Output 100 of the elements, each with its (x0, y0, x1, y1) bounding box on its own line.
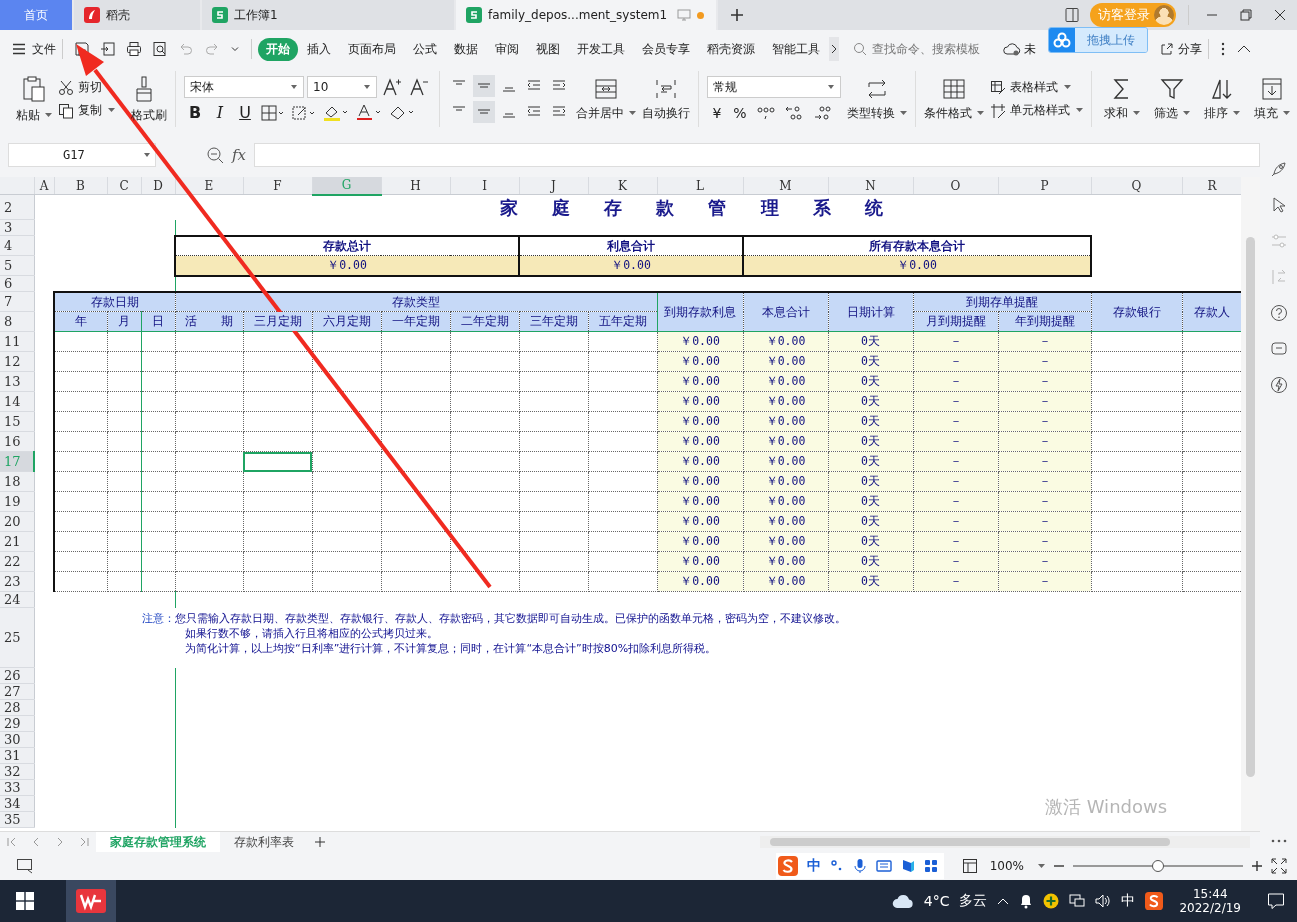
row-header[interactable]: 15 (0, 411, 34, 432)
vertical-align-icon[interactable] (473, 75, 495, 97)
table-cell[interactable] (450, 571, 519, 592)
plus-badge-icon[interactable] (1043, 893, 1060, 909)
table-cell[interactable] (519, 571, 588, 592)
table-cell[interactable] (450, 431, 519, 452)
table-cell[interactable] (588, 431, 657, 452)
editing-button[interactable]: 排序 (1200, 76, 1244, 122)
table-cell[interactable] (54, 411, 107, 432)
table-cell[interactable] (141, 571, 175, 592)
ribbon-tab[interactable]: 插入 (299, 37, 339, 61)
table-cell[interactable] (243, 471, 312, 492)
table-cell[interactable] (243, 511, 312, 532)
ribbon-tab[interactable]: 审阅 (487, 37, 527, 61)
table-cell[interactable] (141, 411, 175, 432)
text-style-button[interactable]: U (234, 103, 256, 122)
ribbon-tab[interactable]: 公式 (405, 37, 445, 61)
font-name-field[interactable]: 宋体 (184, 76, 304, 98)
row-header[interactable]: 19 (0, 491, 34, 512)
ribbon-tab[interactable]: 数据 (446, 37, 486, 61)
editing-button[interactable]: 求和 (1100, 76, 1144, 122)
network-icon[interactable] (1069, 894, 1086, 908)
table-cell[interactable] (381, 511, 450, 532)
text-style-button[interactable]: I (209, 103, 231, 122)
page-view-icon[interactable] (961, 858, 978, 874)
table-cell[interactable] (175, 471, 243, 492)
table-cell[interactable] (243, 391, 312, 412)
table-cell[interactable] (381, 451, 450, 472)
table-cell[interactable] (519, 371, 588, 392)
table-cell[interactable] (175, 411, 243, 432)
table-cell[interactable] (519, 471, 588, 492)
table-cell[interactable] (588, 371, 657, 392)
table-cell[interactable] (381, 331, 450, 352)
ribbon-tab[interactable]: 视图 (528, 37, 568, 61)
row-header[interactable]: 18 (0, 471, 34, 492)
table-cell[interactable] (519, 391, 588, 412)
table-cell[interactable] (312, 391, 381, 412)
help-icon[interactable] (1269, 304, 1288, 322)
table-cell[interactable] (312, 531, 381, 552)
formula-input[interactable] (254, 143, 1260, 168)
zoom-level[interactable]: 100% (989, 859, 1024, 873)
table-cell[interactable] (54, 371, 107, 392)
table-cell[interactable] (450, 551, 519, 572)
table-cell[interactable] (175, 331, 243, 352)
decrease-font-icon[interactable] (409, 78, 429, 96)
table-cell[interactable] (312, 491, 381, 512)
table-cell[interactable] (141, 391, 175, 412)
table-cell[interactable] (519, 531, 588, 552)
column-header[interactable]: A (34, 176, 54, 195)
table-cell[interactable] (141, 511, 175, 532)
table-cell[interactable] (588, 451, 657, 472)
type-convert-button[interactable]: 类型转换 (847, 76, 907, 122)
row-header[interactable]: 7 (0, 291, 34, 312)
table-cell[interactable] (381, 431, 450, 452)
input-language[interactable]: 中 (1121, 892, 1136, 910)
input-mode-label[interactable]: 中 (806, 857, 821, 875)
table-cell[interactable] (175, 491, 243, 512)
row-header[interactable]: 23 (0, 571, 34, 592)
horizontal-align-icon[interactable] (473, 101, 495, 123)
table-cell[interactable] (141, 331, 175, 352)
table-cell[interactable] (54, 491, 107, 512)
table-cell[interactable] (381, 551, 450, 572)
row-header[interactable]: 21 (0, 531, 34, 552)
column-header[interactable]: F (243, 176, 312, 195)
table-cell[interactable] (54, 451, 107, 472)
table-cell[interactable] (243, 331, 312, 352)
table-cell[interactable] (243, 431, 312, 452)
table-cell[interactable] (54, 511, 107, 532)
paste-button[interactable]: 粘贴 (16, 74, 52, 124)
table-cell[interactable] (54, 351, 107, 372)
share-button[interactable]: 分享 (1160, 40, 1202, 58)
table-cell[interactable] (175, 571, 243, 592)
function-label[interactable]: fx (232, 146, 246, 165)
copy-button[interactable]: 复制 (58, 102, 115, 119)
cloud-status[interactable]: 未 (1024, 40, 1044, 58)
table-cell[interactable] (175, 511, 243, 532)
first-sheet-icon[interactable] (6, 836, 18, 848)
restore-icon[interactable] (1239, 8, 1253, 22)
column-header[interactable]: K (588, 176, 657, 195)
ribbon-tab[interactable]: 会员专享 (634, 37, 698, 61)
thousands-separator-icon[interactable] (755, 104, 777, 122)
row-header[interactable]: 8 (0, 311, 34, 332)
table-cell[interactable] (381, 491, 450, 512)
table-cell[interactable] (381, 411, 450, 432)
column-header[interactable]: E (175, 176, 243, 195)
name-box[interactable]: G17 (8, 143, 156, 168)
editing-button[interactable]: 筛选 (1150, 76, 1194, 122)
table-cell[interactable] (312, 451, 381, 472)
table-cell[interactable] (588, 531, 657, 552)
zoom-slider[interactable] (1073, 860, 1243, 872)
table-cell[interactable] (54, 431, 107, 452)
table-cell[interactable] (381, 351, 450, 372)
file-menu[interactable]: 文件 (12, 40, 56, 58)
zoom-in-icon[interactable] (1251, 860, 1263, 872)
table-cell[interactable] (450, 451, 519, 472)
table-cell[interactable] (519, 511, 588, 532)
column-header[interactable]: L (657, 176, 743, 195)
table-cell[interactable] (54, 391, 107, 412)
row-header[interactable]: 4 (0, 235, 34, 256)
table-cell[interactable] (588, 491, 657, 512)
